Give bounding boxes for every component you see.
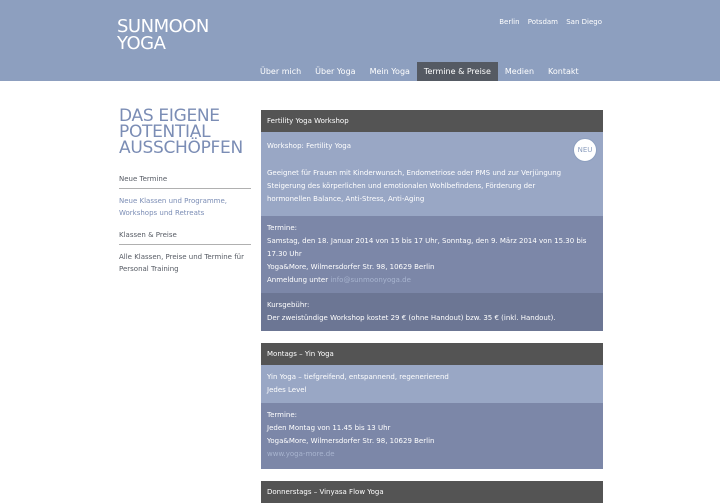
- city-link-potsdam[interactable]: Potsdam: [528, 18, 558, 26]
- card-yin-yoga: Montags – Yin Yoga Yin Yoga – tiefgreife…: [261, 343, 603, 469]
- nav-termine-preise[interactable]: Termine & Preise: [416, 62, 498, 81]
- card-vinyasa: Donnerstags – Vinyasa Flow Yoga: [261, 481, 603, 503]
- nav-mein-yoga[interactable]: Mein Yoga: [363, 62, 417, 81]
- card-fertility-workshop: Fertility Yoga Workshop NEU Workshop: Fe…: [261, 110, 603, 331]
- new-badge: NEU: [573, 138, 597, 162]
- website-link[interactable]: www.yoga-more.de: [267, 448, 597, 461]
- location-text: Yoga&More, Wilmersdorfer Str. 98, 10629 …: [267, 263, 435, 271]
- link-neue-klassen[interactable]: Neue Klassen und Programme, Workshops un…: [119, 195, 251, 219]
- sidebar: DAS EIGENE POTENTIAL AUSSCHÖPFEN Neue Te…: [119, 108, 251, 275]
- card-title: Montags – Yin Yoga: [261, 343, 603, 365]
- main-content: Fertility Yoga Workshop NEU Workshop: Fe…: [261, 110, 603, 503]
- termine-text: Samstag, den 18. Januar 2014 von 15 bis …: [267, 237, 587, 258]
- card-termine: Termine: Samstag, den 18. Januar 2014 vo…: [261, 216, 603, 293]
- header: SUNMOON YOGA Berlin Potsdam San Diego Üb…: [0, 0, 720, 81]
- anmeldung: Anmeldung unter info@sunmoonyoga.de: [267, 274, 597, 287]
- location-text: Yoga&More, Wilmersdorfer Str. 98, 10629 …: [267, 437, 435, 445]
- desc-title: Workshop: Fertility Yoga: [267, 142, 351, 150]
- section-title-klassen-preise: Klassen & Preise: [119, 231, 251, 245]
- nav-kontakt[interactable]: Kontakt: [541, 62, 586, 81]
- city-links: Berlin Potsdam San Diego: [493, 18, 602, 26]
- main-nav: Über mich Über Yoga Mein Yoga Termine & …: [253, 62, 586, 81]
- card-title-text: Montags – Yin Yoga: [267, 350, 334, 358]
- anmeldung-label: Anmeldung unter: [267, 276, 329, 284]
- termine-text: Jeden Montag von 11.45 bis 13 Uhr: [267, 424, 391, 432]
- headline-line: AUSSCHÖPFEN: [119, 138, 243, 158]
- city-link-san-diego[interactable]: San Diego: [566, 18, 602, 26]
- termine-label: Termine:: [267, 411, 298, 419]
- nav-ueber-yoga[interactable]: Über Yoga: [308, 62, 362, 81]
- fee-text: Der zweistündige Workshop kostet 29 € (o…: [267, 314, 556, 322]
- city-link-berlin[interactable]: Berlin: [499, 18, 519, 26]
- page-headline: DAS EIGENE POTENTIAL AUSSCHÖPFEN: [119, 108, 251, 158]
- level-text: Jedes Level: [267, 386, 307, 394]
- link-line: Neue Klassen und Programme,: [119, 197, 228, 205]
- card-title: Donnerstags – Vinyasa Flow Yoga: [261, 481, 603, 503]
- desc-text: Geeignet für Frauen mit Kinderwunsch, En…: [267, 169, 562, 203]
- logo-line2: YOGA: [117, 33, 166, 54]
- card-description: NEU Workshop: Fertility Yoga Geeignet fü…: [261, 132, 603, 216]
- nav-ueber-mich[interactable]: Über mich: [253, 62, 308, 81]
- section-title-neue-termine: Neue Termine: [119, 175, 251, 189]
- card-termine: Termine: Jeden Montag von 11.45 bis 13 U…: [261, 403, 603, 469]
- text-line: Personal Training: [119, 265, 179, 273]
- termine-label: Termine:: [267, 224, 298, 232]
- link-line: Workshops und Retreats: [119, 209, 205, 217]
- desc-text: Yin Yoga – tiefgreifend, entspannend, re…: [267, 373, 449, 381]
- card-title-text: Fertility Yoga Workshop: [267, 117, 349, 125]
- text-alle-klassen[interactable]: Alle Klassen, Preise und Termine für Per…: [119, 251, 251, 275]
- fee-label: Kursgebühr:: [267, 301, 310, 309]
- nav-medien[interactable]: Medien: [498, 62, 541, 81]
- card-fee: Kursgebühr: Der zweistündige Workshop ko…: [261, 293, 603, 331]
- card-description: Yin Yoga – tiefgreifend, entspannend, re…: [261, 365, 603, 403]
- email-link[interactable]: info@sunmoonyoga.de: [330, 276, 411, 284]
- text-line: Alle Klassen, Preise und Termine für: [119, 253, 244, 261]
- logo[interactable]: SUNMOON YOGA: [117, 18, 209, 54]
- card-title: Fertility Yoga Workshop: [261, 110, 603, 132]
- card-title-text: Donnerstags – Vinyasa Flow Yoga: [267, 488, 384, 496]
